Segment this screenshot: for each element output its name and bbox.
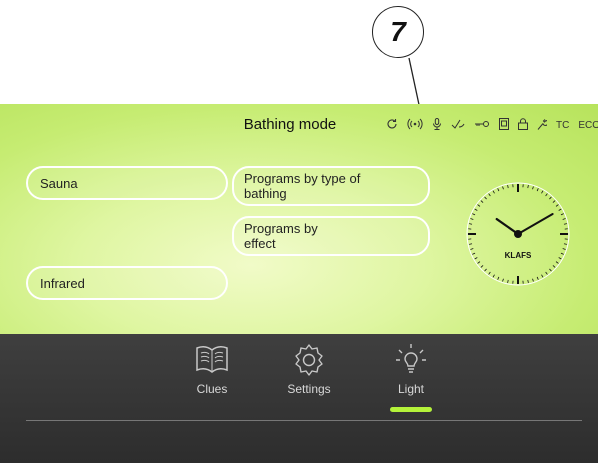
clock-tick (507, 279, 509, 283)
programs-by-type-label-2: bathing (244, 186, 287, 201)
sauna-button[interactable]: Sauna (26, 166, 228, 200)
callout-marker: 7 (372, 6, 424, 58)
minute-hand (517, 213, 554, 235)
clock-tick (549, 268, 552, 272)
clock-tick (470, 248, 474, 250)
clock-tick (472, 252, 476, 255)
clock-tick (563, 223, 567, 225)
clock-tick (555, 261, 559, 264)
clock-tick (532, 278, 534, 282)
clock-tick (469, 223, 473, 225)
callout-number: 7 (390, 16, 406, 47)
nav-settings-label: Settings (287, 382, 331, 396)
nav-light-label: Light (397, 382, 425, 396)
clock-tick (545, 271, 548, 275)
analog-clock: KLAFS (466, 182, 570, 286)
clock-tick (562, 248, 566, 250)
clock-tick (484, 268, 487, 272)
clock-tick (527, 185, 529, 189)
device-icon[interactable] (499, 118, 509, 134)
clock-tick (527, 279, 529, 283)
wireless-icon[interactable] (407, 118, 423, 134)
clock-tick (488, 193, 491, 197)
clock-tick (469, 243, 473, 245)
infrared-button[interactable]: Infrared (26, 266, 228, 300)
programs-by-type-label-1: Programs by type of (244, 171, 361, 186)
clock-tick (552, 200, 556, 203)
clock-tick (532, 186, 534, 190)
sauna-label: Sauna (40, 175, 78, 191)
book-icon (196, 345, 228, 373)
clock-tick (552, 265, 556, 268)
clock-brand: KLAFS (505, 251, 532, 260)
active-tab-indicator (390, 407, 432, 412)
clock-tick (558, 208, 562, 211)
programs-by-effect-label-1: Programs by (244, 221, 318, 236)
clock-tick (507, 185, 509, 189)
nav-settings[interactable]: Settings (269, 342, 349, 396)
refresh-icon[interactable] (386, 118, 398, 134)
bathing-mode-screen: Bathing mode TC ECO Sauna Programs by ty… (0, 104, 598, 334)
status-bar: TC ECO (386, 118, 598, 134)
clock-tick (497, 188, 500, 192)
wrench-icon[interactable] (537, 118, 549, 134)
programs-by-effect-label-2: effect (244, 236, 276, 251)
clock-tick (477, 261, 481, 264)
clock-tick (549, 196, 552, 200)
clock-tick (477, 204, 481, 207)
clock-center (514, 230, 522, 238)
clock-tick (472, 213, 476, 216)
clock-tick (470, 218, 474, 220)
microphone-icon[interactable] (432, 118, 442, 134)
clock-tick (560, 252, 564, 255)
clock-tick (497, 276, 500, 280)
clock-tick (555, 204, 559, 207)
clock-tick (480, 265, 484, 268)
tc-icon[interactable]: TC (556, 120, 569, 132)
nav-clues-label: Clues (196, 382, 228, 396)
bottom-nav: Clues Settings Light (0, 334, 598, 463)
programs-by-type-button[interactable]: Programs by type of bathing (232, 166, 430, 206)
eco-icon[interactable]: ECO (578, 120, 598, 132)
clock-tick (558, 257, 562, 260)
clock-tick (484, 196, 487, 200)
clock-tick (492, 274, 495, 278)
lock-icon[interactable] (518, 118, 528, 134)
clock-tick (560, 213, 564, 216)
nav-light[interactable]: Light (371, 342, 451, 396)
clock-tick (502, 186, 504, 190)
programs-by-effect-button[interactable]: Programs by effect (232, 216, 430, 256)
clock-tick (480, 200, 484, 203)
nav-divider (26, 420, 582, 421)
clock-tick (562, 218, 566, 220)
gear-icon (295, 344, 323, 376)
clock-tick (492, 190, 495, 194)
clock-tick (474, 208, 478, 211)
key-icon[interactable] (474, 118, 490, 134)
clock-tick (536, 188, 539, 192)
clock-tick (545, 193, 548, 197)
callout-pointer (408, 57, 422, 115)
page-title: Bathing mode (243, 116, 337, 133)
clock-tick (488, 271, 491, 275)
ventilation-icon[interactable] (451, 118, 465, 134)
clock-tick (502, 278, 504, 282)
infrared-label: Infrared (40, 275, 85, 291)
nav-clues[interactable]: Clues (172, 342, 252, 396)
clock-tick (541, 274, 544, 278)
clock-tick (474, 257, 478, 260)
clock-tick (536, 276, 539, 280)
clock-tick (541, 190, 544, 194)
clock-tick (563, 243, 567, 245)
lightbulb-icon (396, 344, 426, 373)
